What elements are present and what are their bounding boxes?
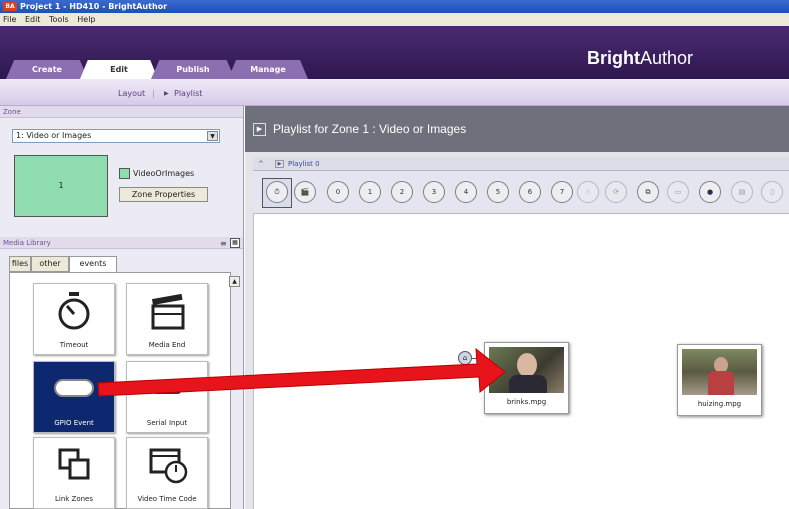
drag-annotation-arrow [97, 347, 506, 397]
